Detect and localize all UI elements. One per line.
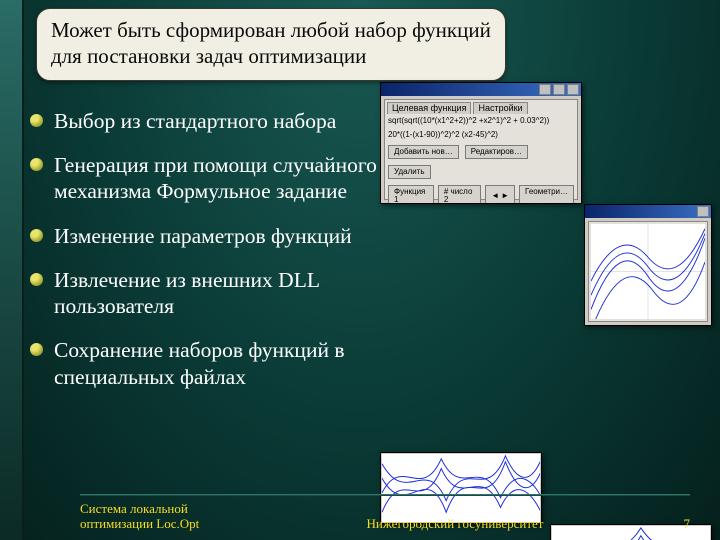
slide-root: я Может быть сформирован любой набор фун…	[0, 0, 720, 540]
add-button: Добавить нов…	[388, 145, 459, 159]
next-icon: ►	[501, 192, 509, 200]
window-body	[588, 221, 708, 322]
titlebar	[381, 83, 581, 96]
footer-line1: Система локальной	[80, 502, 300, 517]
bullet-item: Изменение параметров функций	[30, 223, 390, 249]
edit-button: Редактиров…	[465, 145, 528, 159]
close-icon	[697, 206, 709, 217]
nav-chip: ◄ ►	[485, 185, 515, 204]
bullet-item: Выбор из стандартного набора	[30, 108, 390, 134]
footer: Система локальной оптимизации Loc.Opt Ни…	[30, 502, 700, 532]
footer-page: 7	[610, 516, 700, 532]
screenshots-area: Целевая функция Настройки sqrt(sqrt((10*…	[380, 80, 712, 540]
maximize-icon	[553, 84, 565, 95]
bottom-row: Функция 1 # число 2 ◄ ► Геометри…	[385, 181, 577, 204]
tabset: Целевая функция Настройки	[385, 100, 577, 114]
footer-line2: оптимизации Loc.Opt	[80, 517, 300, 532]
function-chip: Функция 1	[388, 185, 434, 204]
button-row: Добавить нов… Редактиров… Удалить	[385, 141, 577, 181]
screenshot-config-window: Целевая функция Настройки sqrt(sqrt((10*…	[380, 82, 582, 204]
bullet-item: Генерация при помощи случайного механизм…	[30, 152, 390, 204]
bullet-item: Извлечение из внешних DLL пользователя	[30, 267, 390, 319]
screenshot-contour-large	[584, 204, 712, 326]
tab: Целевая функция	[387, 102, 471, 114]
formula-text: sqrt(sqrt((10*(x1^2+2))^2 +x2^1)^2 + 0.0…	[385, 114, 577, 128]
minimize-icon	[539, 84, 551, 95]
bullet-area: Выбор из стандартного набора Генерация п…	[30, 92, 390, 408]
callout-note: Может быть сформирован любой набор функц…	[36, 8, 506, 81]
bullet-list: Выбор из стандартного набора Генерация п…	[30, 108, 390, 390]
footer-rule	[80, 494, 690, 496]
titlebar	[585, 205, 711, 218]
footer-left: Система локальной оптимизации Loc.Opt	[30, 502, 300, 532]
footer-center: Нижегородский госуниверситет	[300, 516, 610, 532]
left-stripe	[0, 0, 24, 540]
count-chip: # число 2	[438, 185, 481, 204]
contour-plot	[591, 224, 705, 319]
geometry-button: Геометри…	[519, 185, 574, 204]
prev-icon: ◄	[491, 192, 499, 200]
tab: Настройки	[473, 102, 527, 114]
formula-text: 20*((1-(x1-90))^2)^2 (x2-45)^2)	[385, 128, 577, 142]
delete-button: Удалить	[388, 165, 431, 179]
window-body: Целевая функция Настройки sqrt(sqrt((10*…	[384, 99, 578, 200]
bullet-item: Сохранение наборов функций в специальных…	[30, 337, 390, 389]
close-icon	[567, 84, 579, 95]
